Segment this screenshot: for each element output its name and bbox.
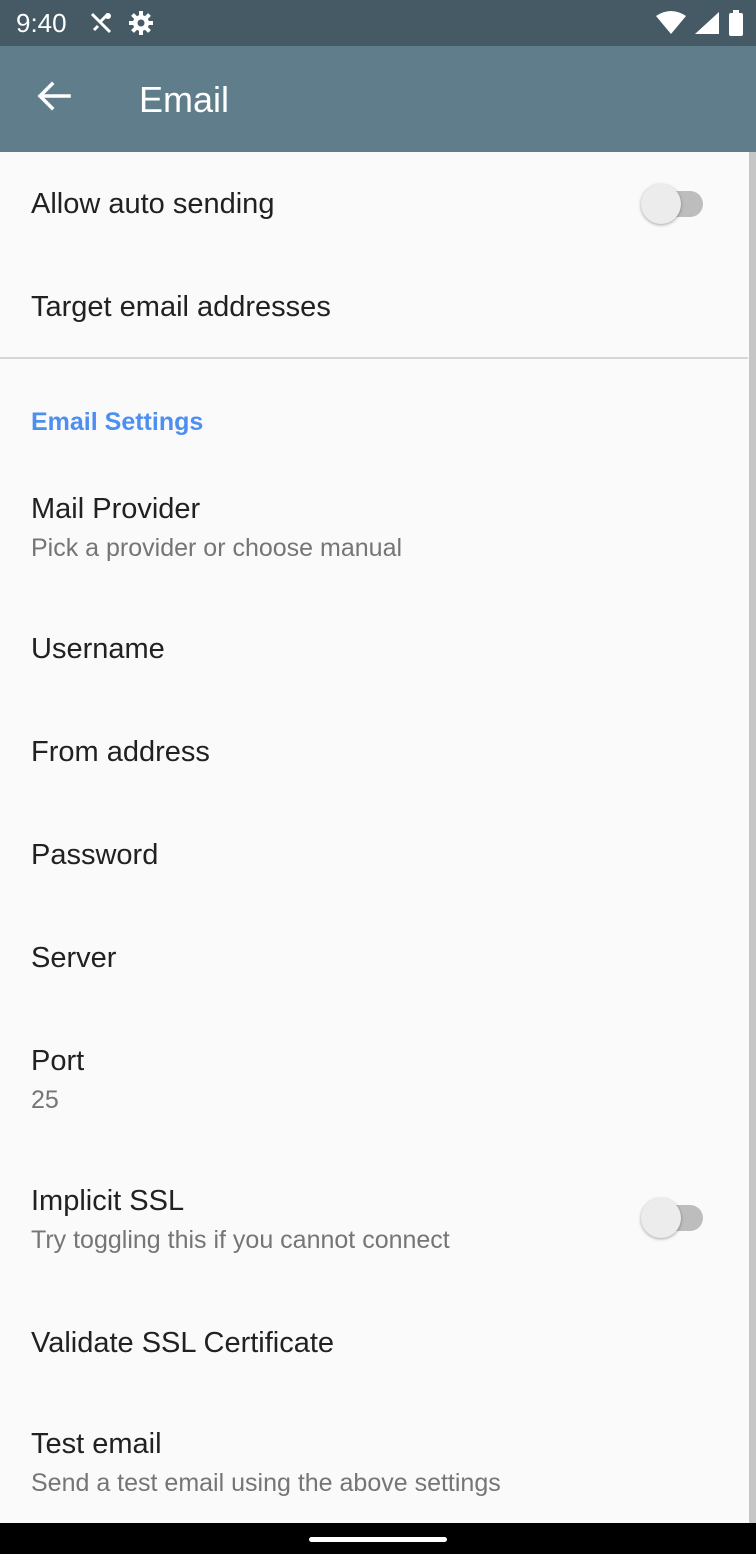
pref-validate-ssl-certificate[interactable]: Validate SSL Certificate	[0, 1289, 748, 1392]
pref-title: Password	[31, 839, 159, 871]
battery-icon	[728, 10, 744, 41]
pref-title: Username	[31, 633, 165, 665]
status-bar: 9:40	[0, 0, 756, 46]
back-button[interactable]	[26, 70, 82, 126]
pref-username[interactable]: Username	[0, 597, 748, 700]
pref-port[interactable]: Port 25	[0, 1009, 748, 1149]
no-signal-tools-icon	[88, 10, 114, 41]
settings-list: Allow auto sending Target email addresse…	[0, 152, 748, 1523]
status-time: 9:40	[16, 8, 67, 38]
pref-allow-auto-sending[interactable]: Allow auto sending	[0, 152, 748, 255]
settings-gear-icon	[128, 10, 154, 41]
pref-title: Allow auto sending	[31, 188, 275, 220]
status-left-icons	[88, 10, 154, 41]
pref-mail-provider[interactable]: Mail Provider Pick a provider or choose …	[0, 462, 748, 592]
scrollbar[interactable]	[749, 152, 756, 1523]
status-right-icons	[656, 10, 744, 41]
pref-title: Validate SSL Certificate	[31, 1327, 335, 1359]
switch-thumb	[641, 184, 681, 224]
allow-auto-sending-switch[interactable]	[641, 184, 705, 224]
arrow-left-icon	[37, 81, 71, 116]
pref-title: Implicit SSL	[31, 1185, 185, 1217]
pref-title: Port	[31, 1045, 85, 1077]
divider	[0, 357, 748, 359]
pref-implicit-ssl[interactable]: Implicit SSL Try toggling this if you ca…	[0, 1149, 748, 1289]
pref-title: Test email	[31, 1428, 162, 1460]
pref-title: From address	[31, 736, 210, 768]
page-title: Email	[139, 79, 230, 120]
pref-test-email[interactable]: Test email Send a test email using the a…	[0, 1392, 748, 1523]
pref-server[interactable]: Server	[0, 906, 748, 1009]
cellular-signal-icon	[694, 11, 720, 40]
pref-summary: 25	[31, 1086, 59, 1114]
category-email-settings: Email Settings	[31, 408, 204, 436]
pref-title: Mail Provider	[31, 493, 201, 525]
pref-title: Target email addresses	[31, 291, 331, 323]
pref-target-email-addresses[interactable]: Target email addresses	[0, 255, 748, 357]
switch-thumb	[641, 1198, 681, 1238]
pref-summary: Try toggling this if you cannot connect	[31, 1226, 450, 1254]
navigation-bar	[0, 1523, 756, 1554]
pref-password[interactable]: Password	[0, 803, 748, 906]
pref-from-address[interactable]: From address	[0, 700, 748, 803]
pref-summary: Pick a provider or choose manual	[31, 534, 403, 562]
home-handle[interactable]	[309, 1537, 447, 1542]
pref-summary: Send a test email using the above settin…	[31, 1469, 501, 1497]
pref-title: Server	[31, 942, 117, 974]
app-bar: Email	[0, 46, 756, 152]
implicit-ssl-switch[interactable]	[641, 1198, 705, 1238]
wifi-icon	[656, 11, 686, 40]
